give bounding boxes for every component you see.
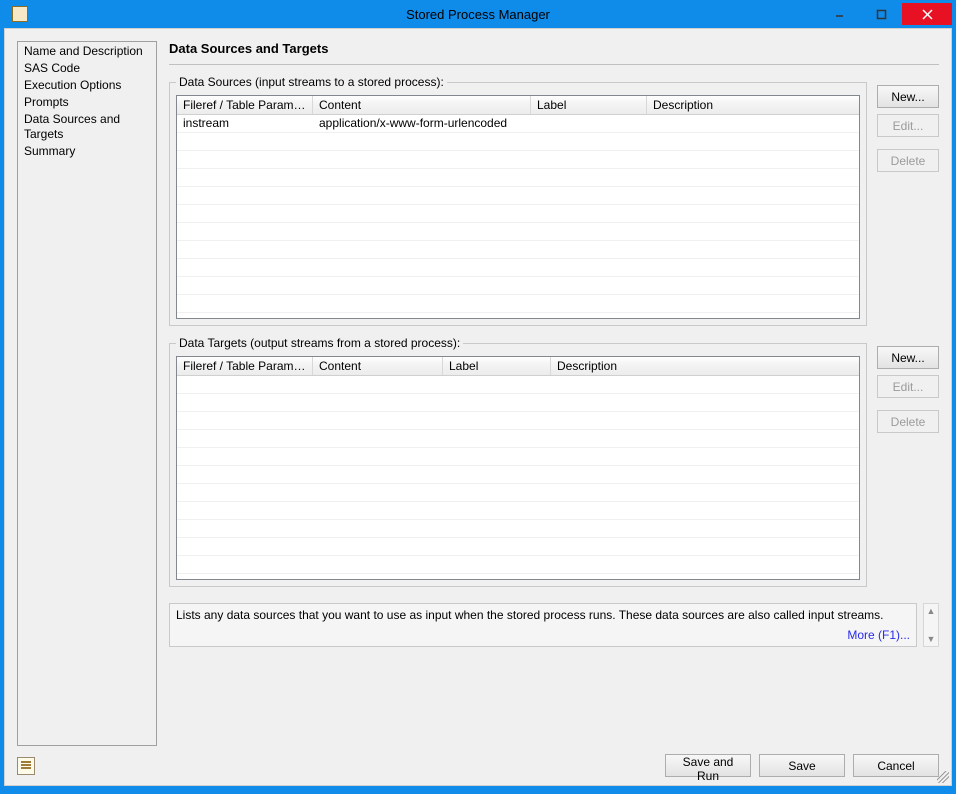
data-targets-group: Data Targets (output streams from a stor… [169,336,939,587]
col-description[interactable]: Description [551,357,859,375]
table-row[interactable] [177,205,859,223]
col-label[interactable]: Label [531,96,647,114]
cell-fileref: instream [177,115,313,132]
window-title: Stored Process Manager [4,7,952,22]
table-row[interactable] [177,277,859,295]
page-title: Data Sources and Targets [169,41,939,56]
data-sources-buttons: New... Edit... Delete [877,75,939,172]
col-fileref[interactable]: Fileref / Table Parameter [177,96,313,114]
table-row[interactable] [177,412,859,430]
col-fileref[interactable]: Fileref / Table Parameter [177,357,313,375]
close-button[interactable] [902,3,952,25]
save-button[interactable]: Save [759,754,845,777]
table-row[interactable] [177,313,859,318]
minimize-icon [834,9,845,20]
help-row: Lists any data sources that you want to … [169,603,939,647]
cell-label [531,115,647,132]
close-icon [922,9,933,20]
client-area: Name and Description SAS Code Execution … [4,28,952,786]
sidebar-item-summary[interactable]: Summary [18,144,156,161]
titlebar[interactable]: Stored Process Manager [4,0,952,28]
footer: Save and Run Save Cancel [5,750,951,785]
targets-delete-button[interactable]: Delete [877,410,939,433]
scroll-up-icon[interactable]: ▲ [924,604,938,618]
cancel-button[interactable]: Cancel [853,754,939,777]
table-row[interactable] [177,484,859,502]
col-description[interactable]: Description [647,96,859,114]
sidebar: Name and Description SAS Code Execution … [17,41,157,746]
app-window: Stored Process Manager Name and Descript… [4,0,952,786]
table-row[interactable] [177,133,859,151]
targets-new-button[interactable]: New... [877,346,939,369]
help-scrollbar[interactable]: ▲ ▼ [923,603,939,647]
data-sources-table[interactable]: Fileref / Table Parameter Content Label … [176,95,860,319]
sidebar-item-name-description[interactable]: Name and Description [18,44,156,61]
table-row[interactable] [177,538,859,556]
sidebar-item-sas-code[interactable]: SAS Code [18,61,156,78]
main-panel: Data Sources and Targets Data Sources (i… [169,41,939,746]
table-row[interactable] [177,430,859,448]
sources-new-button[interactable]: New... [877,85,939,108]
table-row[interactable] [177,502,859,520]
data-targets-table[interactable]: Fileref / Table Parameter Content Label … [176,356,860,580]
content: Name and Description SAS Code Execution … [5,29,951,750]
data-targets-legend: Data Targets (output streams from a stor… [176,336,463,350]
data-targets-fieldset: Data Targets (output streams from a stor… [169,336,867,587]
table-row[interactable]: instream application/x-www-form-urlencod… [177,115,859,133]
data-sources-fieldset: Data Sources (input streams to a stored … [169,75,867,326]
help-text: Lists any data sources that you want to … [176,608,884,622]
sidebar-item-execution-options[interactable]: Execution Options [18,78,156,95]
maximize-button[interactable] [860,3,902,25]
cell-description [647,115,859,132]
table-row[interactable] [177,151,859,169]
table-row[interactable] [177,394,859,412]
table-row[interactable] [177,448,859,466]
data-sources-body[interactable]: instream application/x-www-form-urlencod… [177,115,859,318]
app-icon [12,6,28,22]
table-row[interactable] [177,376,859,394]
data-sources-group: Data Sources (input streams to a stored … [169,75,939,326]
log-icon[interactable] [17,757,35,775]
table-row[interactable] [177,259,859,277]
data-targets-header: Fileref / Table Parameter Content Label … [177,357,859,376]
targets-edit-button[interactable]: Edit... [877,375,939,398]
save-and-run-button[interactable]: Save and Run [665,754,751,777]
col-label[interactable]: Label [443,357,551,375]
data-sources-legend: Data Sources (input streams to a stored … [176,75,447,89]
help-more-link[interactable]: More (F1)... [847,628,910,642]
sidebar-item-prompts[interactable]: Prompts [18,95,156,112]
scroll-down-icon[interactable]: ▼ [924,632,938,646]
window-controls [818,3,952,25]
sources-edit-button[interactable]: Edit... [877,114,939,137]
help-text-box: Lists any data sources that you want to … [169,603,917,647]
table-row[interactable] [177,466,859,484]
table-row[interactable] [177,556,859,574]
cell-content: application/x-www-form-urlencoded [313,115,531,132]
col-content[interactable]: Content [313,357,443,375]
table-row[interactable] [177,223,859,241]
table-row[interactable] [177,574,859,579]
table-row[interactable] [177,187,859,205]
minimize-button[interactable] [818,3,860,25]
table-row[interactable] [177,241,859,259]
maximize-icon [876,9,887,20]
data-targets-buttons: New... Edit... Delete [877,336,939,433]
sources-delete-button[interactable]: Delete [877,149,939,172]
data-sources-header: Fileref / Table Parameter Content Label … [177,96,859,115]
data-targets-body[interactable] [177,376,859,579]
sidebar-item-data-sources-targets[interactable]: Data Sources and Targets [18,112,156,144]
table-row[interactable] [177,169,859,187]
col-content[interactable]: Content [313,96,531,114]
header-rule [169,64,939,65]
table-row[interactable] [177,295,859,313]
table-row[interactable] [177,520,859,538]
